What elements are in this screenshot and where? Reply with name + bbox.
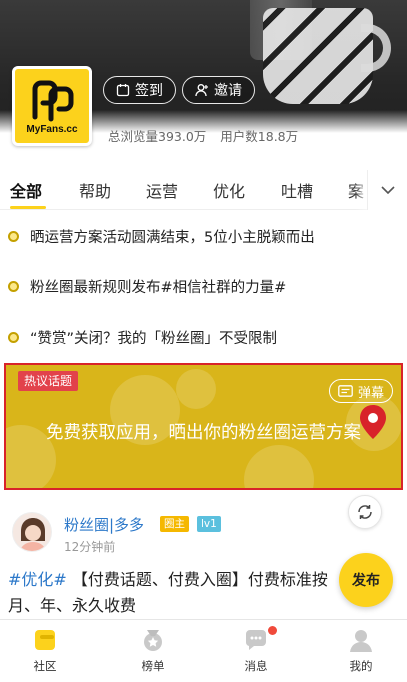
nav-ranking[interactable]: 榜单 bbox=[118, 624, 188, 674]
promo-banner[interactable]: 热议话题 弹幕 免费获取应用，晒出你的粉丝圈运营方案 bbox=[4, 363, 403, 490]
tab-optimize[interactable]: 优化 bbox=[213, 178, 245, 202]
notice-item[interactable]: 粉丝圈最新规则发布#相信社群的力量# bbox=[8, 271, 286, 301]
nav-label: 榜单 bbox=[141, 659, 165, 673]
refresh-button[interactable] bbox=[348, 495, 382, 529]
nav-profile[interactable]: 我的 bbox=[326, 624, 396, 674]
promo-bubble-decoration bbox=[176, 369, 216, 409]
calendar-icon bbox=[116, 84, 130, 97]
post-timestamp: 12分钟前 bbox=[64, 540, 116, 554]
chevron-down-icon bbox=[380, 186, 395, 194]
hot-topic-tag: 热议话题 bbox=[18, 371, 79, 391]
message-icon bbox=[245, 630, 266, 650]
notice-bullet-icon bbox=[8, 331, 19, 343]
owner-badge: 圈主 bbox=[160, 516, 189, 532]
category-tabs: 全部 帮助 运营 优化 吐槽 案 bbox=[0, 170, 407, 210]
nav-label: 我的 bbox=[349, 659, 373, 673]
danmu-toggle-button[interactable]: 弹幕 bbox=[328, 379, 393, 403]
tab-cases[interactable]: 案 bbox=[348, 178, 364, 202]
promo-headline: 免费获取应用，晒出你的粉丝圈运营方案 bbox=[46, 423, 361, 443]
checkin-button[interactable]: 签到 bbox=[103, 76, 176, 104]
bottom-nav: 社区 榜单 消息 我的 bbox=[0, 619, 407, 682]
tab-operations[interactable]: 运营 bbox=[146, 178, 178, 202]
nav-messages[interactable]: 消息 bbox=[221, 624, 291, 674]
tab-all[interactable]: 全部 bbox=[10, 178, 42, 202]
logo-text: MyFans.cc bbox=[26, 124, 78, 135]
community-icon bbox=[35, 630, 55, 650]
notice-text: 晒运营方案活动圆满结束，5位小主脱颖而出 bbox=[30, 229, 315, 246]
post-hashtag[interactable]: #优化# bbox=[8, 570, 67, 589]
tab-help[interactable]: 帮助 bbox=[79, 178, 111, 202]
circle-logo[interactable]: MyFans.cc bbox=[12, 66, 92, 146]
circle-stats: 总浏览量393.0万 用户数18.8万 bbox=[108, 126, 298, 145]
notice-item[interactable]: 晒运营方案活动圆满结束，5位小主脱颖而出 bbox=[8, 221, 315, 251]
users-count: 用户数18.8万 bbox=[220, 129, 299, 144]
post-content[interactable]: #优化# 【付费话题、付费入圈】付费标准按月、年、永久收费 bbox=[8, 567, 348, 619]
danmu-icon bbox=[338, 385, 353, 397]
myfans-logo-icon bbox=[32, 80, 74, 122]
banner-cup-handle-decoration bbox=[361, 24, 391, 72]
active-tab-indicator bbox=[10, 206, 46, 209]
expand-tabs-button[interactable] bbox=[367, 170, 407, 210]
refresh-icon bbox=[358, 505, 372, 519]
unread-dot bbox=[268, 626, 277, 635]
post-author[interactable]: 粉丝圈|多多 bbox=[64, 514, 144, 535]
publish-button[interactable]: 发布 bbox=[339, 553, 393, 607]
tab-complaints[interactable]: 吐槽 bbox=[281, 178, 313, 202]
nav-label: 消息 bbox=[244, 659, 268, 673]
nav-community[interactable]: 社区 bbox=[10, 624, 80, 674]
views-count: 总浏览量393.0万 bbox=[108, 129, 207, 144]
notice-text: 粉丝圈最新规则发布#相信社群的力量# bbox=[30, 279, 287, 296]
level-badge: lv1 bbox=[197, 516, 221, 532]
notice-item[interactable]: “赞赏”关闭？我的「粉丝圈」不受限制 bbox=[8, 322, 277, 352]
danmu-label: 弹幕 bbox=[357, 385, 384, 401]
add-user-icon bbox=[195, 84, 208, 97]
notice-text: “赞赏”关闭？我的「粉丝圈」不受限制 bbox=[30, 330, 278, 347]
invite-button[interactable]: 邀请 bbox=[182, 76, 255, 104]
banner-cup-decoration bbox=[263, 8, 373, 104]
promo-bag-decoration bbox=[244, 445, 314, 488]
checkin-label: 签到 bbox=[135, 83, 163, 99]
user-avatar-icon bbox=[19, 518, 47, 551]
invite-label: 邀请 bbox=[214, 83, 242, 99]
ranking-icon bbox=[144, 630, 162, 651]
notice-bullet-icon bbox=[8, 230, 19, 242]
nav-label: 社区 bbox=[33, 659, 57, 673]
notice-bullet-icon bbox=[8, 280, 19, 292]
avatar[interactable] bbox=[12, 512, 52, 552]
profile-icon bbox=[350, 630, 372, 652]
